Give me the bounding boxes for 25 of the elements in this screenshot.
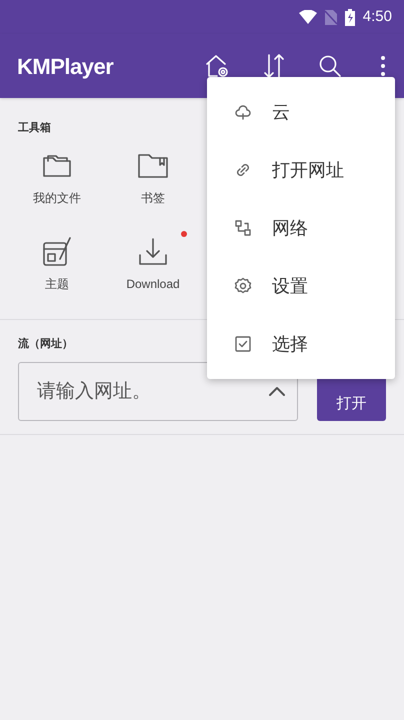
menu-item[interactable]: 网络	[207, 199, 395, 257]
network-icon	[234, 219, 252, 237]
section-title: 流（网址）	[18, 336, 73, 352]
toolbox-item[interactable]: 我的文件	[18, 148, 96, 206]
chevron-up-icon[interactable]	[268, 385, 286, 397]
wifi-icon	[298, 10, 317, 24]
more-icon[interactable]	[380, 55, 386, 77]
checkbox-icon	[234, 335, 252, 353]
status-time: 4:50	[362, 6, 392, 27]
palette-icon	[40, 234, 74, 268]
toolbox-item[interactable]: Download	[114, 234, 192, 292]
toolbox-item[interactable]: 主题	[18, 234, 96, 292]
menu-item[interactable]: 云	[207, 83, 395, 141]
cloud-icon	[234, 103, 252, 121]
app-title: KMPlayer	[17, 52, 114, 81]
settings-icon	[234, 277, 252, 295]
menu-item[interactable]: 设置	[207, 257, 395, 315]
section-title: 工具箱	[18, 121, 51, 136]
search-icon[interactable]	[317, 53, 343, 79]
no-sim-icon	[324, 10, 337, 24]
link-icon	[234, 161, 252, 179]
url-field[interactable]: 请输入网址。	[18, 362, 298, 421]
menu-item[interactable]: 打开网址	[207, 141, 395, 199]
toolbox-item[interactable]: 书签	[114, 148, 192, 206]
battery-charging-icon	[344, 8, 355, 26]
